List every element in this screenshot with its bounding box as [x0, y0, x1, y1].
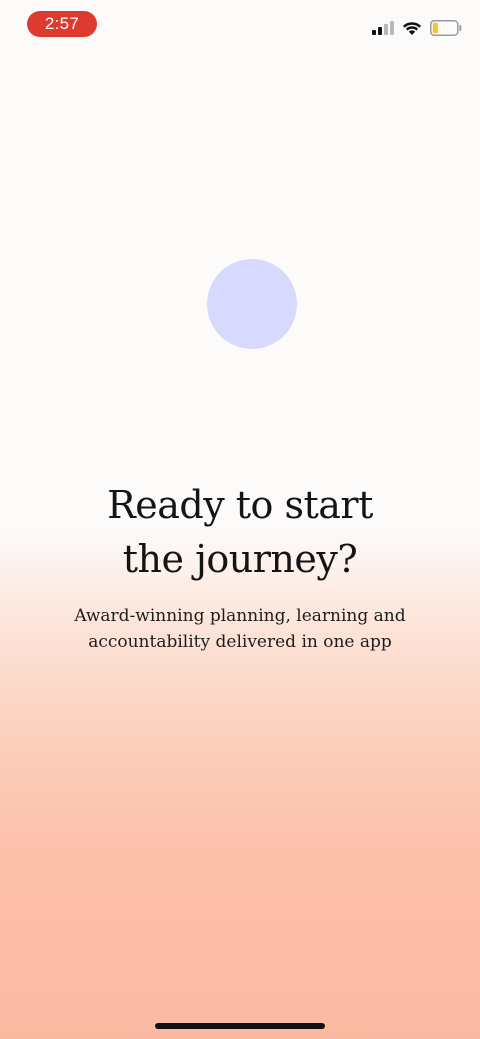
status-time[interactable]: 2:57 — [27, 11, 97, 37]
headline-line-2: the journey? — [122, 537, 358, 581]
subtitle-line-2: accountability delivered in one app — [88, 632, 392, 652]
battery-low-icon — [430, 20, 462, 36]
status-icons — [372, 18, 462, 38]
headline-line-1: Ready to start — [107, 483, 373, 527]
subtitle: Award-winning planning, learning and acc… — [40, 603, 440, 655]
subtitle-line-1: Award-winning planning, learning and — [74, 606, 406, 626]
cellular-signal-icon — [372, 21, 394, 35]
headline: Ready to start the journey? — [40, 478, 440, 586]
wifi-icon — [403, 21, 421, 35]
status-bar: 2:57 — [0, 0, 480, 48]
home-indicator[interactable] — [155, 1023, 325, 1029]
hero-orb — [207, 259, 297, 349]
